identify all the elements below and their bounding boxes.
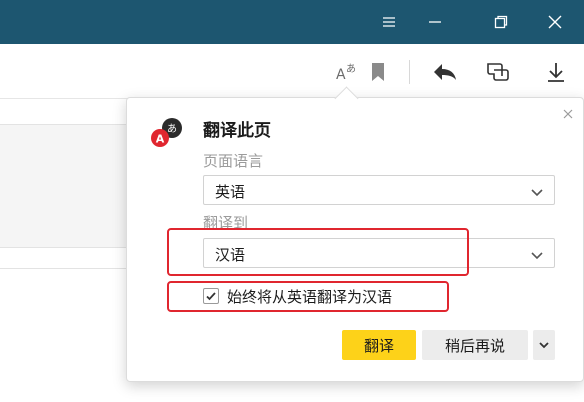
- always-translate-label[interactable]: 始终将从英语翻译为汉语: [227, 286, 392, 307]
- translate-popup: あ A 翻译此页 页面语言 英语 翻译到 汉语 始终将从英语翻译为汉语 翻译 稍…: [126, 97, 584, 382]
- menu-icon[interactable]: [366, 0, 412, 44]
- svg-text:A: A: [156, 133, 165, 146]
- browser-toolbar: A あ: [0, 44, 584, 98]
- toolbar-divider: [409, 60, 410, 84]
- target-language-label: 翻译到: [203, 214, 249, 232]
- back-icon[interactable]: [431, 58, 459, 86]
- page-divider: [0, 98, 140, 99]
- source-language-value: 英语: [215, 183, 246, 201]
- page-divider: [0, 268, 140, 269]
- close-icon[interactable]: [532, 0, 578, 44]
- download-icon[interactable]: [542, 58, 570, 86]
- svg-text:あ: あ: [346, 63, 356, 75]
- screenshot-icon[interactable]: [484, 58, 512, 86]
- translate-icon[interactable]: A あ: [334, 58, 362, 86]
- bookmark-icon[interactable]: [364, 58, 392, 86]
- target-language-value: 汉语: [215, 246, 246, 264]
- minimize-icon[interactable]: [412, 0, 458, 44]
- popup-close-icon[interactable]: [560, 106, 576, 122]
- chevron-down-icon: [539, 342, 549, 349]
- restore-icon[interactable]: [478, 0, 524, 44]
- more-options-button[interactable]: [533, 330, 555, 360]
- title-bar: [0, 0, 584, 44]
- popup-title: 翻译此页: [203, 121, 271, 141]
- checkmark-icon: [206, 292, 216, 301]
- svg-text:あ: あ: [167, 123, 177, 135]
- target-language-select[interactable]: 汉语: [203, 238, 555, 268]
- translator-logo-icon: あ A: [149, 115, 189, 149]
- source-language-label: 页面语言: [203, 152, 264, 170]
- page-content-block: [0, 124, 140, 248]
- translate-button[interactable]: 翻译: [342, 330, 416, 360]
- chevron-down-icon: [530, 247, 544, 261]
- source-language-select[interactable]: 英语: [203, 175, 555, 205]
- svg-text:A: A: [336, 67, 346, 83]
- chevron-down-icon: [530, 184, 544, 198]
- always-translate-checkbox[interactable]: [203, 288, 219, 304]
- later-button[interactable]: 稍后再说: [422, 330, 528, 360]
